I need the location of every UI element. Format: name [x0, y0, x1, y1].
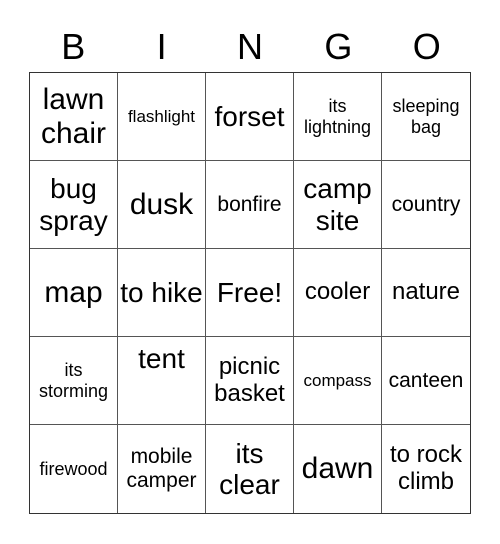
header-letter-i: I — [156, 26, 167, 67]
bingo-cell[interactable]: compass — [294, 337, 382, 425]
bingo-cell[interactable]: dusk — [118, 161, 206, 249]
bingo-cell[interactable]: flashlight — [118, 73, 206, 161]
bingo-cell[interactable]: country — [382, 161, 470, 249]
bingo-board: lawn chair flashlight forset its lightni… — [29, 72, 471, 514]
header-letter-n: N — [236, 26, 263, 67]
bingo-cell[interactable]: camp site — [294, 161, 382, 249]
bingo-cell[interactable]: mobile camper — [118, 425, 206, 513]
bingo-cell[interactable]: lawn chair — [30, 73, 118, 161]
bingo-cell[interactable]: to hike — [118, 249, 206, 337]
bingo-cell[interactable]: forset — [206, 73, 294, 161]
bingo-cell[interactable]: sleeping bag — [382, 73, 470, 161]
bingo-cell[interactable]: canteen — [382, 337, 470, 425]
bingo-cell[interactable]: its lightning — [294, 73, 382, 161]
header-letter-g: G — [324, 26, 353, 67]
header-letter-b: B — [61, 26, 86, 67]
bingo-cell[interactable]: firewood — [30, 425, 118, 513]
bingo-cell[interactable]: map — [30, 249, 118, 337]
bingo-cell[interactable]: cooler — [294, 249, 382, 337]
bingo-cell[interactable]: its clear — [206, 425, 294, 513]
bingo-cell[interactable]: to rock climb — [382, 425, 470, 513]
bingo-cell[interactable]: bonfire — [206, 161, 294, 249]
bingo-cell[interactable]: nature — [382, 249, 470, 337]
bingo-cell[interactable]: picnic basket — [206, 337, 294, 425]
bingo-cell[interactable]: dawn — [294, 425, 382, 513]
free-space-cell[interactable]: Free! — [206, 249, 294, 337]
bingo-cell[interactable]: its storming — [30, 337, 118, 425]
header-letter-o: O — [412, 26, 441, 67]
bingo-cell[interactable]: bug spray — [30, 161, 118, 249]
bingo-cell[interactable]: tent — [118, 337, 206, 425]
bingo-header: B I N G O — [29, 22, 471, 72]
